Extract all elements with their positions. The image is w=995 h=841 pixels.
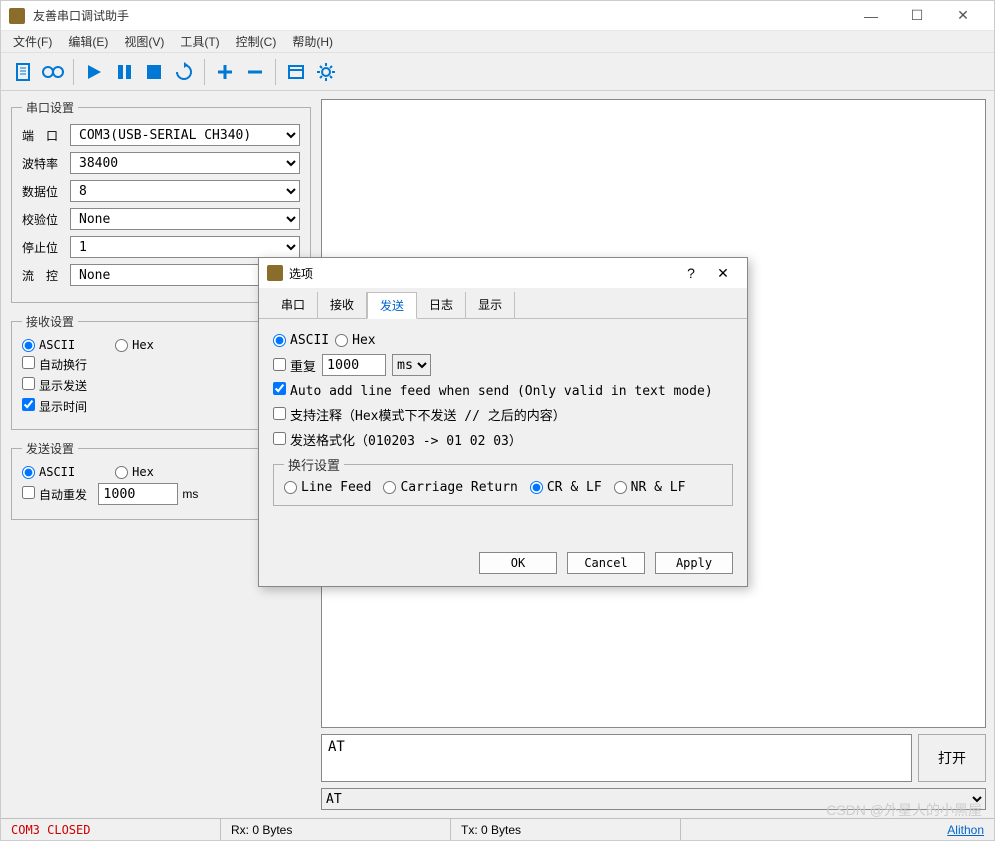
- dialog-titlebar: 选项 ? ✕: [259, 258, 747, 288]
- status-rx: Rx: 0 Bytes: [221, 819, 451, 840]
- lf-option-crlf[interactable]: CR & LF: [530, 480, 602, 495]
- dialog-icon: [267, 265, 283, 281]
- data-label: 数据位: [22, 183, 62, 200]
- window-title: 友善串口调试助手: [33, 7, 848, 24]
- tab-send[interactable]: 发送: [367, 292, 417, 319]
- lf-option-lf[interactable]: Line Feed: [284, 480, 371, 495]
- ok-button[interactable]: OK: [479, 552, 557, 574]
- databits-select[interactable]: 8: [70, 180, 300, 202]
- stopbits-select[interactable]: 1: [70, 236, 300, 258]
- window-icon[interactable]: [282, 58, 310, 86]
- flow-label: 流 控: [22, 267, 62, 284]
- parity-label: 校验位: [22, 211, 62, 228]
- tab-log[interactable]: 日志: [417, 292, 466, 318]
- dlg-comment-check[interactable]: 支持注释（Hex模式下不发送 // 之后的内容）: [273, 405, 566, 424]
- status-com: COM3 CLOSED: [1, 819, 221, 840]
- dialog-title: 选项: [289, 265, 675, 282]
- lf-option-nrlf[interactable]: NR & LF: [614, 480, 686, 495]
- log-icon[interactable]: [39, 58, 67, 86]
- menu-edit[interactable]: 编辑(E): [62, 31, 114, 52]
- app-icon: [9, 8, 25, 24]
- stop-label: 停止位: [22, 239, 62, 256]
- statusbar: COM3 CLOSED Rx: 0 Bytes Tx: 0 Bytes Alit…: [1, 818, 994, 840]
- cancel-button[interactable]: Cancel: [567, 552, 645, 574]
- tab-serial[interactable]: 串口: [269, 292, 318, 318]
- close-button[interactable]: ✕: [940, 1, 986, 31]
- dlg-repeat-input[interactable]: [322, 354, 386, 376]
- parity-select[interactable]: None: [70, 208, 300, 230]
- apply-button[interactable]: Apply: [655, 552, 733, 574]
- repeat-interval-input[interactable]: [98, 483, 178, 505]
- tab-recv[interactable]: 接收: [318, 292, 367, 318]
- baud-label: 波特率: [22, 155, 62, 172]
- port-label: 端 口: [22, 127, 62, 144]
- new-doc-icon[interactable]: [9, 58, 37, 86]
- options-dialog: 选项 ? ✕ 串口 接收 发送 日志 显示 ASCII Hex 重复 ms Au…: [258, 257, 748, 587]
- linefeed-group: 换行设置 Line Feed Carriage Return CR & LF N…: [273, 455, 733, 506]
- play-icon[interactable]: [80, 58, 108, 86]
- port-select[interactable]: COM3(USB-SERIAL CH340): [70, 124, 300, 146]
- pause-icon[interactable]: [110, 58, 138, 86]
- show-time-check[interactable]: 显示时间: [22, 398, 87, 415]
- open-button[interactable]: 打开: [918, 734, 986, 782]
- linefeed-legend: 换行设置: [284, 455, 344, 474]
- dlg-repeat-unit[interactable]: ms: [392, 354, 431, 376]
- tab-display[interactable]: 显示: [466, 292, 515, 318]
- recv-legend: 接收设置: [22, 313, 78, 330]
- menu-help[interactable]: 帮助(H): [286, 31, 339, 52]
- plus-icon[interactable]: [211, 58, 239, 86]
- minimize-button[interactable]: —: [848, 1, 894, 31]
- repeat-unit: ms: [182, 487, 198, 501]
- stop-icon[interactable]: [140, 58, 168, 86]
- dlg-repeat-check[interactable]: 重复: [273, 356, 316, 375]
- dlg-auto-lf-check[interactable]: Auto add line feed when send (Only valid…: [273, 382, 713, 399]
- send-hex-radio[interactable]: Hex: [115, 465, 154, 479]
- menu-tools[interactable]: 工具(T): [174, 31, 225, 52]
- auto-wrap-check[interactable]: 自动换行: [22, 356, 87, 373]
- menu-file[interactable]: 文件(F): [7, 31, 58, 52]
- send-ascii-radio[interactable]: ASCII: [22, 465, 75, 479]
- status-tx: Tx: 0 Bytes: [451, 819, 681, 840]
- titlebar: 友善串口调试助手 — ☐ ✕: [1, 1, 994, 31]
- dialog-close-button[interactable]: ✕: [707, 265, 739, 282]
- baud-select[interactable]: 38400: [70, 152, 300, 174]
- minus-icon[interactable]: [241, 58, 269, 86]
- dlg-ascii-radio[interactable]: ASCII: [273, 333, 329, 348]
- auto-repeat-check[interactable]: 自动重发: [22, 486, 87, 503]
- dlg-format-check[interactable]: 发送格式化（010203 -> 01 02 03）: [273, 430, 522, 449]
- main-window: 友善串口调试助手 — ☐ ✕ 文件(F) 编辑(E) 视图(V) 工具(T) 控…: [0, 0, 995, 841]
- menubar: 文件(F) 编辑(E) 视图(V) 工具(T) 控制(C) 帮助(H): [1, 31, 994, 53]
- maximize-button[interactable]: ☐: [894, 1, 940, 31]
- dlg-hex-radio[interactable]: Hex: [335, 333, 375, 348]
- send-legend: 发送设置: [22, 440, 78, 457]
- recv-ascii-radio[interactable]: ASCII: [22, 338, 75, 352]
- show-send-check[interactable]: 显示发送: [22, 377, 87, 394]
- toolbar: [1, 53, 994, 91]
- dialog-body: ASCII Hex 重复 ms Auto add line feed when …: [259, 319, 747, 524]
- gear-icon[interactable]: [312, 58, 340, 86]
- status-link[interactable]: Alithon: [947, 823, 994, 837]
- dialog-help-button[interactable]: ?: [675, 265, 707, 281]
- send-textarea[interactable]: AT: [321, 734, 912, 782]
- serial-legend: 串口设置: [22, 99, 78, 116]
- menu-control[interactable]: 控制(C): [230, 31, 283, 52]
- send-history-select[interactable]: AT: [321, 788, 986, 810]
- dialog-tabs: 串口 接收 发送 日志 显示: [259, 288, 747, 319]
- recv-hex-radio[interactable]: Hex: [115, 338, 154, 352]
- menu-view[interactable]: 视图(V): [118, 31, 170, 52]
- lf-option-cr[interactable]: Carriage Return: [383, 480, 517, 495]
- refresh-icon[interactable]: [170, 58, 198, 86]
